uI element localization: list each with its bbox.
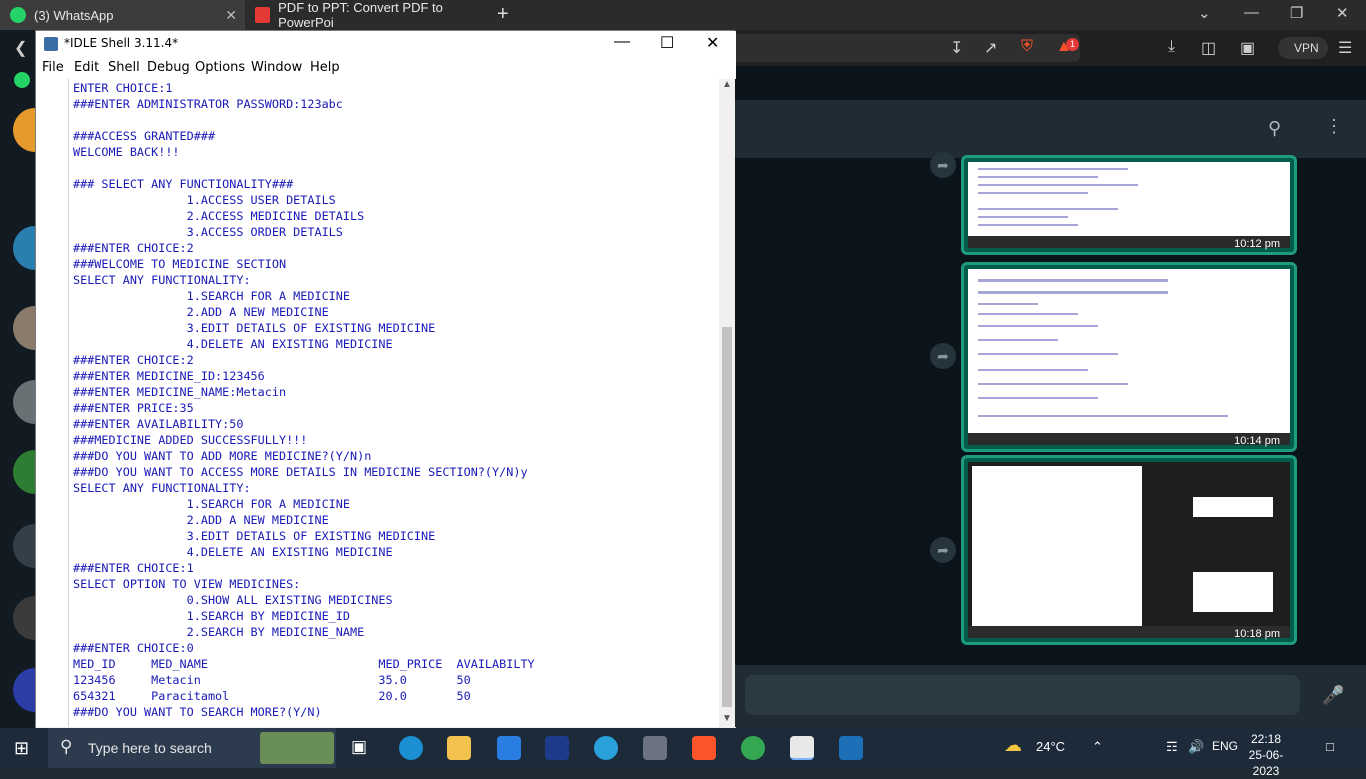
tab-title: (3) WhatsApp <box>34 7 114 23</box>
browser-menu-icon[interactable]: ☰ <box>1338 38 1352 58</box>
wallet-icon[interactable]: ▣ <box>1240 38 1255 58</box>
brave-icon[interactable] <box>692 736 716 760</box>
new-tab-button[interactable]: + <box>497 3 509 26</box>
vpn-label: VPN <box>1294 41 1319 55</box>
tab-whatsapp[interactable]: (3) WhatsApp ✕ <box>0 0 245 30</box>
chat-header: ⚲ ⋮ <box>735 100 1366 158</box>
camera-icon[interactable] <box>643 736 667 760</box>
shell-text: ENTER CHOICE:1 ###ENTER ADMINISTRATOR PA… <box>73 81 535 719</box>
message-input[interactable] <box>745 675 1300 715</box>
close-tab-icon[interactable]: ✕ <box>225 7 237 24</box>
message-time: 10:14 pm <box>1234 435 1280 447</box>
tab-search-icon[interactable]: ⌄ <box>1198 4 1211 22</box>
network-icon[interactable]: ☶ <box>1166 739 1178 755</box>
back-icon[interactable]: ❮ <box>14 38 27 58</box>
maximize-icon[interactable]: ☐ <box>660 33 674 53</box>
tray-overflow-icon[interactable]: ⌃ <box>1092 739 1103 755</box>
downloads-icon[interactable]: ⤓ <box>1168 38 1175 56</box>
brave-shield-icon[interactable]: ⛨ <box>1021 38 1033 56</box>
idle-app-icon <box>44 37 58 51</box>
image-message-2[interactable]: 10:14 pm <box>961 262 1297 452</box>
window-title-bar[interactable]: *IDLE Shell 3.11.4* — ☐ ✕ <box>36 31 736 57</box>
message-time: 10:18 pm <box>1234 628 1280 640</box>
menu-help[interactable]: Help <box>310 60 340 75</box>
menu-options[interactable]: Options <box>195 60 245 75</box>
close-icon[interactable]: ✕ <box>706 33 719 53</box>
whatsapp-icon[interactable] <box>14 72 30 88</box>
dev-app-icon[interactable] <box>545 736 569 760</box>
image-message-1[interactable]: 10:12 pm <box>961 155 1297 255</box>
install-icon[interactable]: ↧ <box>950 38 963 58</box>
task-view-icon[interactable]: ▣ <box>351 737 367 757</box>
scroll-up-icon[interactable]: ▲ <box>722 79 732 90</box>
pdf-icon <box>255 7 271 23</box>
minimize-icon[interactable]: — <box>1244 4 1259 21</box>
menu-dots-icon[interactable]: ⋮ <box>1325 116 1343 137</box>
mail-icon[interactable] <box>497 736 521 760</box>
notification-badge: 1 <box>1066 38 1079 51</box>
search-icon: ⚲ <box>60 737 73 756</box>
weather-icon: ☁ <box>1004 735 1022 755</box>
clock-time: 22:18 <box>1250 732 1282 746</box>
idle-taskbar-icon[interactable] <box>790 736 814 760</box>
weather-temp[interactable]: 24°C <box>1036 739 1065 754</box>
browser-sidebar: ❮ <box>0 30 57 728</box>
minimize-icon[interactable]: — <box>614 33 630 51</box>
photos-icon[interactable] <box>839 736 863 760</box>
menu-edit[interactable]: Edit <box>74 60 99 75</box>
idle-shell-window: *IDLE Shell 3.11.4* — ☐ ✕ File Edit Shel… <box>35 30 736 729</box>
start-icon[interactable]: ⊞ <box>14 738 29 759</box>
whatsapp-icon <box>10 7 26 23</box>
vpn-button[interactable]: VPN <box>1278 37 1328 59</box>
file-explorer-icon[interactable] <box>447 736 471 760</box>
tab-pdf-to-ppt[interactable]: PDF to PPT: Convert PDF to PowerPoi <box>245 0 490 30</box>
menu-window[interactable]: Window <box>251 60 302 75</box>
menu-shell[interactable]: Shell <box>108 60 140 75</box>
menu-bar: File Edit Shell Debug Options Window Hel… <box>36 57 736 79</box>
shell-output[interactable]: ENTER CHOICE:1 ###ENTER ADMINISTRATOR PA… <box>73 80 718 725</box>
search-highlight-image <box>260 732 334 764</box>
menu-file[interactable]: File <box>42 60 64 75</box>
window-title: *IDLE Shell 3.11.4* <box>64 36 179 50</box>
scrollbar-thumb[interactable] <box>722 327 732 707</box>
taskbar-search[interactable]: ⚲ Type here to search <box>48 728 336 768</box>
search-icon[interactable]: ⚲ <box>1268 118 1281 139</box>
image-message-3[interactable]: 10:18 pm <box>961 455 1297 645</box>
restore-icon[interactable]: ❐ <box>1290 4 1303 22</box>
search-placeholder: Type here to search <box>88 740 212 756</box>
language-indicator[interactable]: ENG <box>1212 739 1238 753</box>
microphone-icon[interactable]: 🎤 <box>1322 685 1344 706</box>
scroll-down-icon[interactable]: ▼ <box>722 713 732 724</box>
sidebar-toggle-icon[interactable]: ◫ <box>1201 38 1216 58</box>
browser-tab-strip: (3) WhatsApp ✕ PDF to PPT: Convert PDF t… <box>0 0 1366 30</box>
menu-debug[interactable]: Debug <box>147 60 190 75</box>
forward-icon[interactable]: ➦ <box>930 152 956 178</box>
close-window-icon[interactable]: ✕ <box>1336 4 1349 22</box>
forward-icon[interactable]: ➦ <box>930 343 956 369</box>
tab-title: PDF to PPT: Convert PDF to PowerPoi <box>278 0 443 30</box>
forward-icon[interactable]: ➦ <box>930 537 956 563</box>
notifications-icon[interactable]: □ <box>1326 739 1334 754</box>
clock-date: 25-06-2023 <box>1248 748 1284 778</box>
clock[interactable]: 22:18 25-06-2023 <box>1236 731 1296 779</box>
telegram-icon[interactable] <box>594 736 618 760</box>
share-icon[interactable]: ↗ <box>984 38 997 58</box>
chrome-icon[interactable] <box>741 736 765 760</box>
line-gutter <box>36 79 69 727</box>
volume-icon[interactable]: 🔊 <box>1188 739 1204 755</box>
message-time: 10:12 pm <box>1234 238 1280 250</box>
edge-icon[interactable] <box>399 736 423 760</box>
